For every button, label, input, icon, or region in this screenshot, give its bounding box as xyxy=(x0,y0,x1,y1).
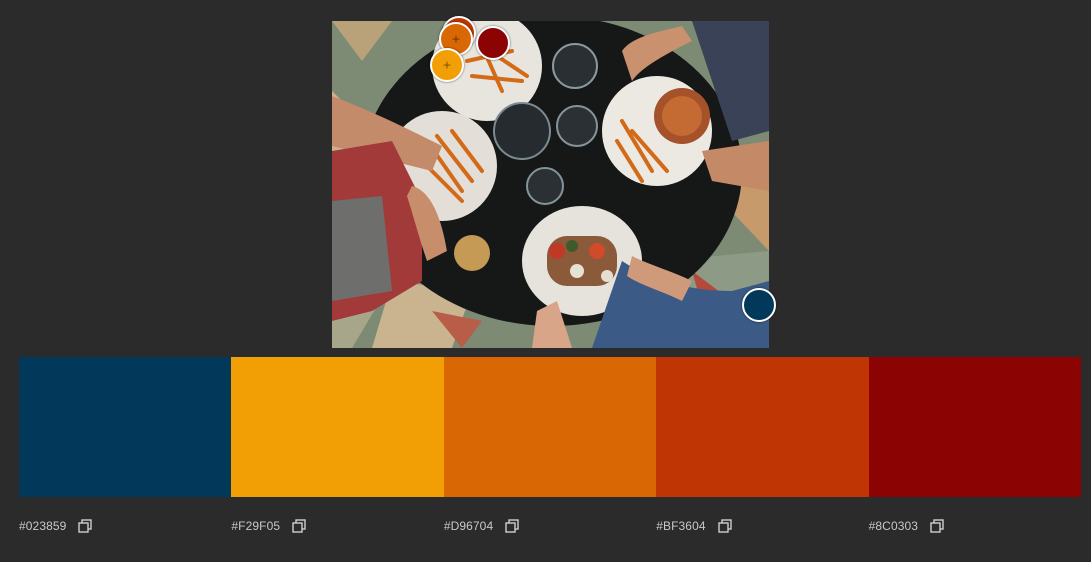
swatch-bf3604[interactable] xyxy=(656,357,869,497)
copy-icon[interactable] xyxy=(717,519,732,533)
hex-code[interactable]: #023859 xyxy=(19,519,66,533)
hex-code[interactable]: #8C0303 xyxy=(869,519,918,533)
source-photo xyxy=(332,21,769,348)
hex-item: #F29F05 xyxy=(231,516,443,536)
swatch-d96704[interactable] xyxy=(443,357,657,497)
color-picker-marker[interactable] xyxy=(476,26,510,60)
color-palette-extractor: + + + #023859 #F29F05 xyxy=(0,0,1091,562)
plus-icon: + xyxy=(451,32,461,46)
swatch-8c0303[interactable] xyxy=(868,357,1082,497)
copy-icon[interactable] xyxy=(505,519,519,533)
hex-code-row: #023859 #F29F05 #D96704 #BF3604 #8C0303 xyxy=(19,516,1081,536)
plus-icon: + xyxy=(442,58,452,72)
copy-icon[interactable] xyxy=(930,519,944,533)
copy-icon[interactable] xyxy=(78,519,93,533)
hex-item: #BF3604 xyxy=(656,516,868,536)
palette-swatches xyxy=(19,357,1082,497)
hex-item: #D96704 xyxy=(444,516,656,536)
color-picker-marker[interactable] xyxy=(742,288,776,322)
hex-code[interactable]: #D96704 xyxy=(444,519,493,533)
hex-item: #023859 xyxy=(19,516,231,536)
color-picker-marker[interactable]: + xyxy=(430,48,464,82)
copy-icon[interactable] xyxy=(292,519,306,533)
swatch-f29f05[interactable] xyxy=(231,357,444,497)
swatch-023859[interactable] xyxy=(19,357,232,497)
hex-code[interactable]: #BF3604 xyxy=(656,519,705,533)
hex-item: #8C0303 xyxy=(869,516,1081,536)
food-table-photo xyxy=(332,21,769,348)
hex-code[interactable]: #F29F05 xyxy=(231,519,280,533)
